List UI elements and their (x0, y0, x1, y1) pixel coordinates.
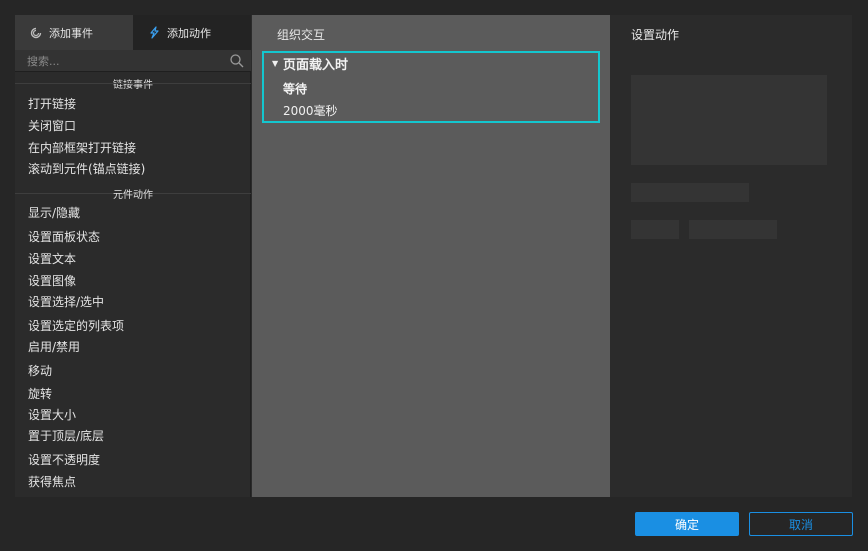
event-swirl-icon (29, 26, 43, 40)
panel-title: 组织交互 (277, 28, 326, 42)
search-icon[interactable] (229, 53, 245, 69)
list-item-scroll-to-widget[interactable]: 滚动到元件(锚点链接) (28, 162, 145, 176)
placeholder-bar (631, 183, 749, 202)
event-title: 页面载入时 (283, 58, 349, 73)
list-item-show-hide[interactable]: 显示/隐藏 (28, 206, 80, 220)
organize-interactions-panel: 组织交互 ▼ 页面载入时 等待 2000毫秒 (252, 15, 610, 497)
triangle-down-icon[interactable]: ▼ (272, 59, 278, 68)
placeholder-bar (689, 220, 777, 239)
list-item-set-size[interactable]: 设置大小 (28, 408, 76, 422)
ok-button[interactable]: 确定 (635, 512, 739, 536)
list-item-close-window[interactable]: 关闭窗口 (28, 119, 76, 133)
list-item-bring-front-back[interactable]: 置于顶层/底层 (28, 429, 104, 443)
event-block-selected[interactable]: ▼ 页面载入时 等待 2000毫秒 (262, 51, 600, 123)
list-item-set-panel-state[interactable]: 设置面板状态 (28, 230, 100, 244)
placeholder-block (631, 75, 827, 165)
action-name[interactable]: 等待 (283, 80, 307, 97)
tab-add-action-label: 添加动作 (167, 26, 211, 40)
placeholder-bar (631, 220, 679, 239)
lightning-action-icon (147, 26, 161, 40)
list-item-enable-disable[interactable]: 启用/禁用 (28, 340, 80, 354)
list-item-set-selected[interactable]: 设置选择/选中 (28, 295, 104, 309)
tab-add-action[interactable]: 添加动作 (133, 15, 251, 50)
action-value: 2000毫秒 (283, 104, 338, 118)
tab-add-event-label: 添加事件 (49, 26, 93, 40)
list-item-open-link[interactable]: 打开链接 (28, 97, 76, 111)
section-widget-actions: 元件动作 (113, 190, 153, 201)
panel-title: 设置动作 (631, 28, 680, 42)
cancel-button[interactable]: 取消 (749, 512, 853, 536)
interaction-dialog: 添加事件 添加动作 链接事件 打开链接 关闭窗口 在内部框架打开链接 滚动到元件… (15, 15, 852, 497)
list-item-focus[interactable]: 获得焦点 (28, 475, 76, 489)
set-action-panel: 设置动作 (611, 15, 852, 497)
tab-add-event[interactable]: 添加事件 (15, 15, 133, 50)
list-item-set-text[interactable]: 设置文本 (28, 252, 76, 266)
library-tabs: 添加事件 添加动作 (15, 15, 251, 50)
list-item-move[interactable]: 移动 (28, 364, 52, 378)
list-item-open-in-frame[interactable]: 在内部框架打开链接 (28, 141, 136, 155)
list-item-set-image[interactable]: 设置图像 (28, 274, 76, 288)
action-library-panel: 添加事件 添加动作 链接事件 打开链接 关闭窗口 在内部框架打开链接 滚动到元件… (15, 15, 251, 497)
divider (15, 83, 251, 84)
list-item-set-list-item[interactable]: 设置选定的列表项 (28, 319, 124, 333)
list-item-rotate[interactable]: 旋转 (28, 387, 52, 401)
search-bar (15, 50, 251, 72)
list-item-set-opacity[interactable]: 设置不透明度 (28, 453, 100, 467)
search-input[interactable] (27, 53, 217, 69)
